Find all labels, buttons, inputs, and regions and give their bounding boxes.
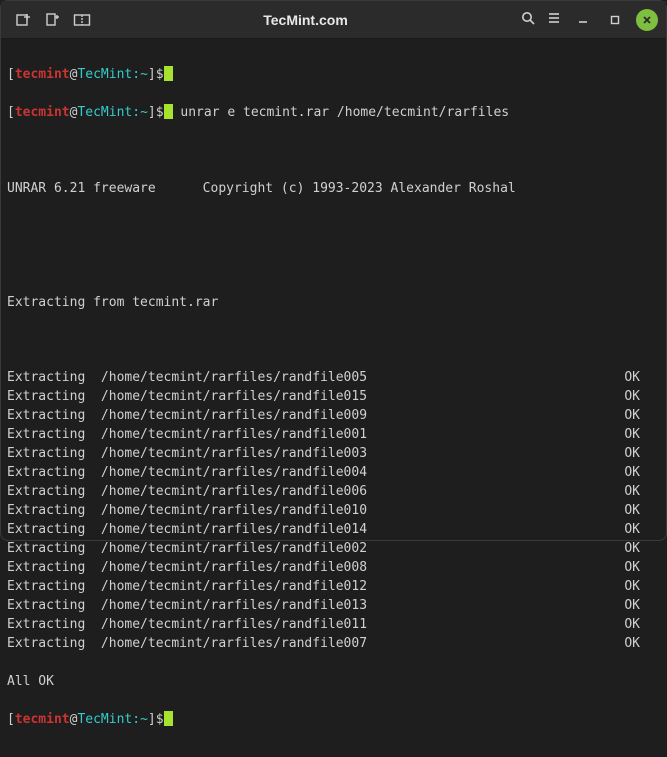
- prompt-line-1: [tecmint@TecMint:~]$: [7, 66, 660, 85]
- prompt-host: TecMint: [77, 67, 132, 82]
- extract-status: OK: [624, 616, 660, 635]
- extract-file: Extracting /home/tecmint/rarfiles/randfi…: [7, 502, 367, 521]
- extract-file: Extracting /home/tecmint/rarfiles/randfi…: [7, 388, 367, 407]
- extract-row: Extracting /home/tecmint/rarfiles/randfi…: [7, 426, 660, 445]
- extract-row: Extracting /home/tecmint/rarfiles/randfi…: [7, 578, 660, 597]
- extract-file: Extracting /home/tecmint/rarfiles/randfi…: [7, 426, 367, 445]
- titlebar-right-controls: [520, 9, 658, 31]
- titlebar: TecMint.com: [1, 1, 666, 39]
- extract-row: Extracting /home/tecmint/rarfiles/randfi…: [7, 369, 660, 388]
- terminal-body[interactable]: [tecmint@TecMint:~]$ [tecmint@TecMint:~]…: [1, 39, 666, 757]
- extract-status: OK: [624, 521, 660, 540]
- extract-row: Extracting /home/tecmint/rarfiles/randfi…: [7, 483, 660, 502]
- titlebar-left-controls: [9, 12, 91, 28]
- window-title: TecMint.com: [91, 12, 520, 28]
- new-window-icon[interactable]: [45, 12, 59, 28]
- extract-row: Extracting /home/tecmint/rarfiles/randfi…: [7, 521, 660, 540]
- extract-file: Extracting /home/tecmint/rarfiles/randfi…: [7, 540, 367, 559]
- extract-status: OK: [624, 388, 660, 407]
- prompt-user: tecmint: [15, 67, 70, 82]
- extract-status: OK: [624, 426, 660, 445]
- extract-status: OK: [624, 502, 660, 521]
- extract-file: Extracting /home/tecmint/rarfiles/randfi…: [7, 578, 367, 597]
- prompt-line-2: [tecmint@TecMint:~]$ unrar e tecmint.rar…: [7, 104, 660, 123]
- extract-row: Extracting /home/tecmint/rarfiles/randfi…: [7, 388, 660, 407]
- extract-row: Extracting /home/tecmint/rarfiles/randfi…: [7, 445, 660, 464]
- extract-status: OK: [624, 407, 660, 426]
- menu-icon[interactable]: [546, 10, 562, 30]
- extract-row: Extracting /home/tecmint/rarfiles/randfi…: [7, 597, 660, 616]
- extract-row: Extracting /home/tecmint/rarfiles/randfi…: [7, 464, 660, 483]
- prompt-line-3: [tecmint@TecMint:~]$: [7, 711, 660, 730]
- extract-status: OK: [624, 445, 660, 464]
- maximize-button[interactable]: [604, 9, 626, 31]
- extract-file: Extracting /home/tecmint/rarfiles/randfi…: [7, 597, 367, 616]
- extract-file: Extracting /home/tecmint/rarfiles/randfi…: [7, 464, 367, 483]
- minimize-button[interactable]: [572, 9, 594, 31]
- split-icon[interactable]: [73, 13, 91, 27]
- extract-file: Extracting /home/tecmint/rarfiles/randfi…: [7, 635, 367, 654]
- extract-file: Extracting /home/tecmint/rarfiles/randfi…: [7, 369, 367, 388]
- extract-status: OK: [624, 540, 660, 559]
- cursor-icon: [164, 711, 173, 726]
- extract-status: OK: [624, 559, 660, 578]
- extracting-from: Extracting from tecmint.rar: [7, 294, 660, 313]
- version-line: UNRAR 6.21 freeware Copyright (c) 1993-2…: [7, 180, 660, 199]
- extract-row: Extracting /home/tecmint/rarfiles/randfi…: [7, 635, 660, 654]
- close-button[interactable]: [636, 9, 658, 31]
- extract-row: Extracting /home/tecmint/rarfiles/randfi…: [7, 502, 660, 521]
- extract-row: Extracting /home/tecmint/rarfiles/randfi…: [7, 407, 660, 426]
- extract-file: Extracting /home/tecmint/rarfiles/randfi…: [7, 521, 367, 540]
- search-icon[interactable]: [520, 10, 536, 30]
- extract-status: OK: [624, 578, 660, 597]
- extract-status: OK: [624, 597, 660, 616]
- extract-row: Extracting /home/tecmint/rarfiles/randfi…: [7, 559, 660, 578]
- cursor-icon: [164, 66, 173, 81]
- all-ok-line: All OK: [7, 673, 660, 692]
- extract-file: Extracting /home/tecmint/rarfiles/randfi…: [7, 483, 367, 502]
- cursor-icon: [164, 104, 173, 119]
- extract-file: Extracting /home/tecmint/rarfiles/randfi…: [7, 407, 367, 426]
- extract-list: Extracting /home/tecmint/rarfiles/randfi…: [7, 369, 660, 654]
- extract-file: Extracting /home/tecmint/rarfiles/randfi…: [7, 445, 367, 464]
- extract-status: OK: [624, 483, 660, 502]
- extract-status: OK: [624, 369, 660, 388]
- extract-file: Extracting /home/tecmint/rarfiles/randfi…: [7, 616, 367, 635]
- extract-file: Extracting /home/tecmint/rarfiles/randfi…: [7, 559, 367, 578]
- command-text: unrar e tecmint.rar /home/tecmint/rarfil…: [180, 105, 509, 120]
- extract-status: OK: [624, 635, 660, 654]
- extract-row: Extracting /home/tecmint/rarfiles/randfi…: [7, 616, 660, 635]
- extract-status: OK: [624, 464, 660, 483]
- new-tab-icon[interactable]: [15, 12, 31, 28]
- extract-row: Extracting /home/tecmint/rarfiles/randfi…: [7, 540, 660, 559]
